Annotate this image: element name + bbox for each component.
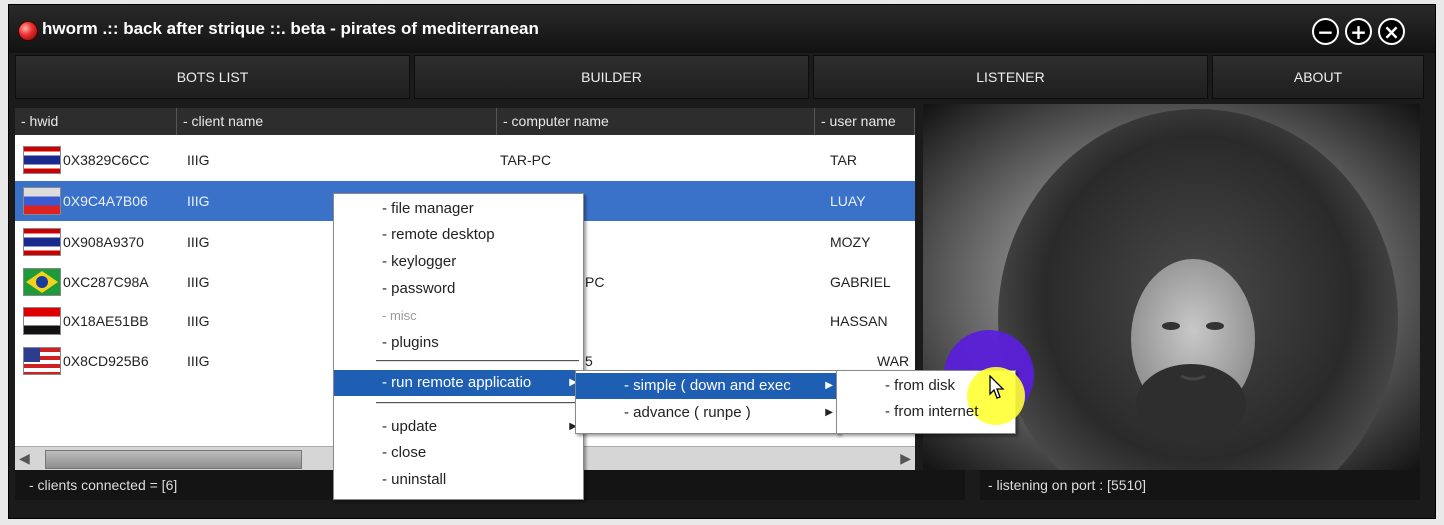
menu-item-from-internet[interactable]: - from internet <box>837 399 1015 425</box>
computer-name-cell: TAR-PC <box>500 152 552 168</box>
scroll-left-icon[interactable]: ◀ <box>19 451 30 467</box>
menu-item-run-remote-application[interactable]: - run remote applicatio ▶ <box>334 370 583 396</box>
menu-item-plugins[interactable]: - plugins <box>334 330 583 356</box>
window-title: hworm .:: back after strique ::. beta - … <box>42 19 539 38</box>
hwid-cell: 0X18AE51BB <box>63 313 149 329</box>
listening-status: - listening on port : [5510] <box>980 470 1420 500</box>
submenu-arrow-icon: ▶ <box>825 380 833 391</box>
menu-item-close[interactable]: - close <box>334 440 583 466</box>
client-name-cell: IIIG <box>187 274 210 290</box>
russia-flag-icon <box>23 187 61 215</box>
menu-item-password[interactable]: - password <box>334 276 583 302</box>
submenu-run-remote: - simple ( down and exec ▶ - advance ( r… <box>575 370 840 434</box>
tab-bots-list[interactable]: BOTS LIST <box>15 55 410 99</box>
client-name-cell: IIIG <box>187 152 210 168</box>
menu-separator <box>376 402 579 404</box>
menu-item-simple-down-and-exec[interactable]: - simple ( down and exec ▶ <box>576 373 839 399</box>
computer-name-cell: PC <box>585 274 605 290</box>
table-row[interactable]: 0X3829C6CC IIIG TAR-PC TAR <box>15 140 915 180</box>
simple-down-and-exec-label: - simple ( down and exec <box>624 377 791 394</box>
menu-item-keylogger[interactable]: - keylogger <box>334 249 583 275</box>
tab-about[interactable]: ABOUT <box>1212 55 1424 99</box>
run-remote-application-label: - run remote applicatio <box>382 374 532 391</box>
column-header-computer-name[interactable]: - computer name <box>497 108 815 135</box>
user-name-cell: HASSAN <box>830 313 888 329</box>
scroll-right-icon[interactable]: ▶ <box>900 451 911 467</box>
client-name-cell: IIIG <box>187 193 210 209</box>
tab-builder[interactable]: BUILDER <box>414 55 809 99</box>
menu-item-uninstall[interactable]: - uninstall <box>334 467 583 493</box>
column-header-client-name[interactable]: - client name <box>177 108 497 135</box>
usa-flag-icon <box>23 347 61 375</box>
menu-separator <box>376 360 579 362</box>
close-button[interactable]: × <box>1378 18 1405 45</box>
user-name-cell: MOZY <box>830 234 871 250</box>
user-name-cell: WAR <box>877 353 910 369</box>
update-label: - update <box>382 418 438 435</box>
maximize-button[interactable]: + <box>1345 18 1372 45</box>
client-name-cell: IIIG <box>187 313 210 329</box>
context-menu: - file manager - remote desktop - keylog… <box>333 193 584 500</box>
advance-runpe-label: - advance ( runpe ) <box>624 404 751 421</box>
minimize-button[interactable]: − <box>1312 18 1339 45</box>
column-header-hwid[interactable]: - hwid <box>15 108 177 135</box>
menu-item-remote-desktop[interactable]: - remote desktop <box>334 222 583 248</box>
client-name-cell: IIIG <box>187 234 210 250</box>
hwid-cell: 0X9C4A7B06 <box>63 193 148 209</box>
client-name-cell: IIIG <box>187 353 210 369</box>
brazil-flag-icon <box>23 268 61 296</box>
nav-bar: BOTS LIST BUILDER LISTENER ABOUT <box>15 55 1431 99</box>
submenu-arrow-icon: ▶ <box>825 407 833 418</box>
hwid-cell: 0XC287C98A <box>63 274 149 290</box>
table-header: - hwid - client name - computer name - u… <box>15 108 915 135</box>
thailand-flag-icon <box>23 146 61 174</box>
hwid-cell: 0X3829C6CC <box>63 152 150 168</box>
title-bar[interactable]: hworm .:: back after strique ::. beta - … <box>9 5 1435 53</box>
hwid-cell: 0X8CD925B6 <box>63 353 149 369</box>
listening-port-text: - listening on port : [5510] <box>988 477 1146 493</box>
tab-listener[interactable]: LISTENER <box>813 55 1208 99</box>
hwid-cell: 0X908A9370 <box>63 234 144 250</box>
mouse-cursor-icon <box>989 375 1005 399</box>
thailand-flag-icon <box>23 228 61 256</box>
user-name-cell: GABRIEL <box>830 274 891 290</box>
egypt-flag-icon <box>23 307 61 335</box>
app-icon <box>18 21 38 41</box>
column-header-user-name[interactable]: - user name <box>815 108 915 135</box>
clients-connected-text: - clients connected = [6] <box>29 477 178 493</box>
menu-item-file-manager[interactable]: - file manager <box>334 196 583 222</box>
menu-item-advance-runpe[interactable]: - advance ( runpe ) ▶ <box>576 400 839 426</box>
menu-item-misc: - misc <box>382 308 417 323</box>
computer-name-cell: 5 <box>585 353 593 369</box>
user-name-cell: TAR <box>830 152 857 168</box>
menu-item-update[interactable]: - update ▶ <box>334 414 583 440</box>
submenu-simple-exec: - from disk - from internet <box>836 367 1025 434</box>
user-name-cell: LUAY <box>830 193 866 209</box>
scrollbar-thumb[interactable] <box>45 450 302 469</box>
